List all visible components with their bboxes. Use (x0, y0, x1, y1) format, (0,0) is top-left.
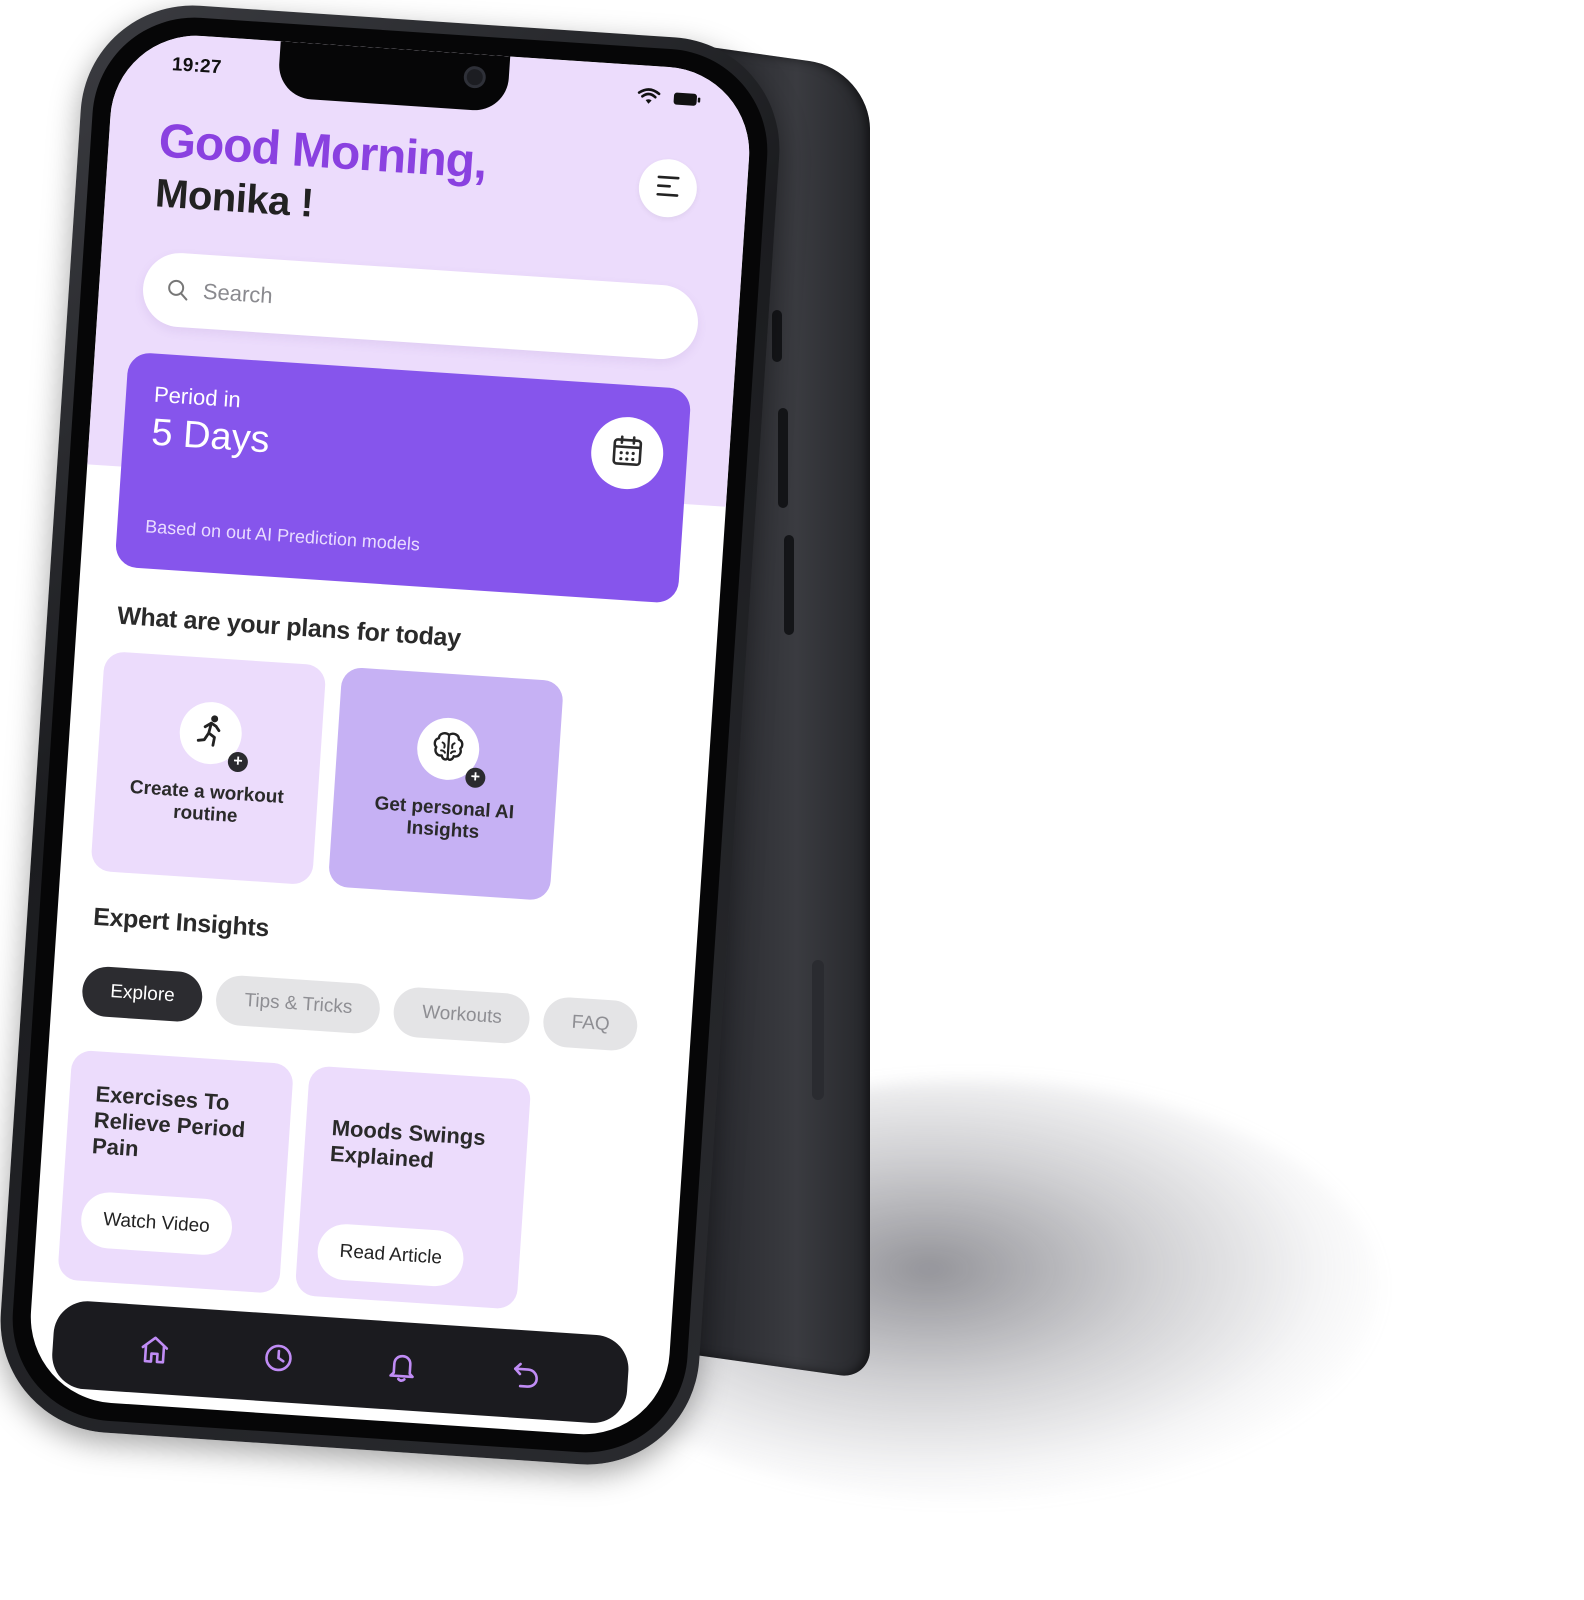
period-label: Period in (153, 381, 242, 413)
article-card-mood-swings[interactable]: Moods Swings Explained Read Article (294, 1065, 532, 1310)
ai-insights-label: Get personal AI Insights (373, 793, 515, 844)
phone-screen: 19:27 Good Morning, Monika ! Search Peri… (25, 30, 755, 1440)
period-card[interactable]: Period in 5 Days Based on out AI Predict… (114, 351, 692, 604)
battery-icon (672, 90, 701, 108)
article-title: Exercises To Relieve Period Pain (91, 1081, 246, 1162)
period-value: 5 Days (150, 411, 271, 462)
watch-video-button[interactable]: Watch Video (79, 1190, 234, 1257)
search-placeholder: Search (202, 278, 274, 309)
volume-button (778, 408, 788, 508)
brain-icon (430, 728, 467, 769)
volume-button (784, 535, 794, 635)
search-icon (166, 278, 189, 301)
home-icon[interactable] (133, 1328, 176, 1371)
sim-tray (812, 960, 824, 1100)
ai-insights-card[interactable]: + Get personal AI Insights (327, 666, 564, 901)
chip-explore[interactable]: Explore (80, 965, 205, 1024)
chip-faq[interactable]: FAQ (542, 995, 640, 1052)
phone: 19:27 Good Morning, Monika ! Search Peri… (0, 0, 787, 1472)
insights-title: Expert Insights (92, 902, 270, 943)
article-card-period-pain[interactable]: Exercises To Relieve Period Pain Watch V… (57, 1049, 294, 1294)
plans-title: What are your plans for today (116, 601, 462, 653)
create-workout-label: Create a workout routine (129, 776, 285, 828)
status-time: 19:27 (171, 54, 223, 79)
bell-icon[interactable] (381, 1345, 424, 1388)
article-title: Moods Swings Explained (329, 1115, 487, 1173)
add-badge-icon: + (464, 767, 486, 789)
volume-button (772, 310, 782, 362)
menu-icon (654, 173, 682, 204)
add-badge-icon: + (227, 751, 249, 773)
wifi-icon (636, 87, 661, 107)
chip-workouts[interactable]: Workouts (392, 985, 532, 1045)
calendar-button[interactable] (588, 414, 666, 492)
front-camera (463, 65, 487, 89)
mockup-stage: 19:27 Good Morning, Monika ! Search Peri… (0, 0, 1584, 1600)
chip-tips-tricks[interactable]: Tips & Tricks (214, 974, 382, 1035)
brain-icon-wrap: + (415, 715, 486, 789)
insight-filter-chips: Explore Tips & Tricks Workouts FAQ (80, 965, 640, 1052)
clock-icon[interactable] (257, 1337, 300, 1380)
create-workout-card[interactable]: + Create a workout routine (90, 650, 327, 886)
running-person-icon (194, 713, 227, 754)
back-icon[interactable] (505, 1353, 548, 1396)
calendar-icon (609, 433, 646, 474)
workout-icon-wrap: + (177, 700, 249, 773)
period-note: Based on out AI Prediction models (144, 516, 421, 555)
read-article-button[interactable]: Read Article (315, 1222, 466, 1288)
